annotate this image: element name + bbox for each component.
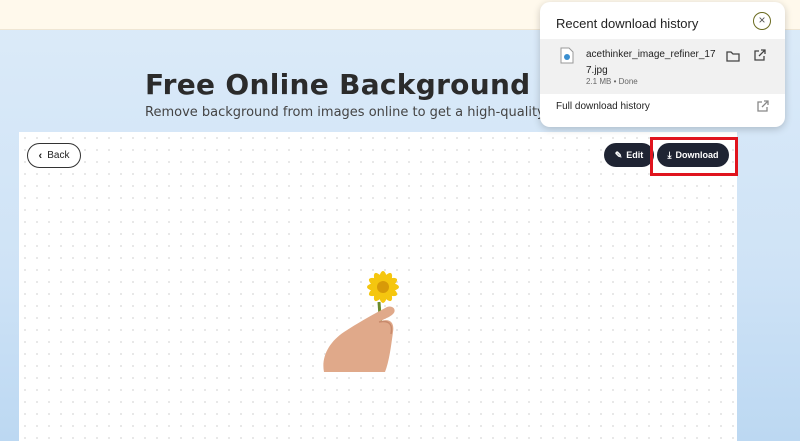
image-file-icon <box>560 47 574 64</box>
popup-title: Recent download history <box>556 16 699 31</box>
result-image <box>323 271 399 372</box>
folder-icon[interactable] <box>726 50 740 62</box>
close-icon[interactable]: × <box>753 12 771 30</box>
edit-label: Edit <box>626 150 644 160</box>
image-preview-canvas <box>19 132 737 441</box>
edit-button[interactable]: ✎ Edit <box>604 143 654 167</box>
file-meta: 2.1 MB • Done <box>586 77 638 86</box>
back-button[interactable]: ‹ Back <box>27 143 81 168</box>
download-item[interactable]: acethinker_image_refiner_176 7.jpg 2.1 MB… <box>540 39 785 94</box>
page-subtitle: Remove background from images online to … <box>145 105 599 120</box>
pencil-icon: ✎ <box>614 149 623 160</box>
back-label: Back <box>47 150 70 161</box>
chevron-left-icon: ‹ <box>38 149 43 162</box>
file-name: acethinker_image_refiner_176 7.jpg <box>586 49 716 76</box>
full-download-history-link[interactable]: Full download history <box>556 101 650 112</box>
open-external-icon[interactable] <box>756 100 769 113</box>
open-external-icon[interactable] <box>753 49 766 62</box>
highlight-box <box>650 137 738 176</box>
download-history-popup: Recent download history × acethinker_ima… <box>540 2 785 127</box>
